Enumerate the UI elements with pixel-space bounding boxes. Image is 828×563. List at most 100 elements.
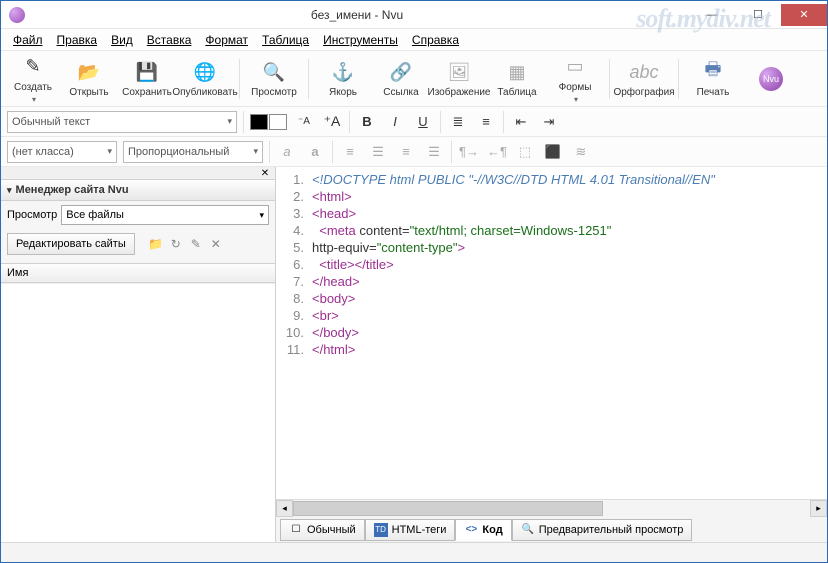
number-list-button[interactable]: ≡ bbox=[475, 111, 497, 133]
code-icon: <> bbox=[464, 523, 478, 537]
magnifier-icon: 🔍 bbox=[260, 59, 288, 85]
publish-button[interactable]: 🌐Опубликовать bbox=[177, 57, 233, 100]
font-smaller-button[interactable]: ⁻A bbox=[293, 111, 315, 133]
code-line: 9.<br> bbox=[276, 307, 827, 324]
anchor-button[interactable]: ⚓Якорь bbox=[315, 57, 371, 100]
code-line: 6. <title></title> bbox=[276, 256, 827, 273]
menu-tools[interactable]: Инструменты bbox=[317, 31, 404, 49]
anchor-icon: ⚓ bbox=[329, 59, 357, 85]
view-label: Просмотр bbox=[7, 209, 57, 221]
print-button[interactable]: 🖶Печать bbox=[685, 57, 741, 100]
folder-icon: 📂 bbox=[75, 59, 103, 85]
menubar: Файл Правка Вид Вставка Формат Таблица И… bbox=[1, 29, 827, 51]
titlebar: без_имени - Nvu — ☐ ✕ bbox=[1, 1, 827, 29]
class-combo[interactable]: (нет класса) bbox=[7, 141, 117, 163]
code-line: 8.<body> bbox=[276, 290, 827, 307]
edit-sites-button[interactable]: Редактировать сайты bbox=[7, 233, 135, 255]
dir-ltr-button[interactable]: ¶→ bbox=[458, 141, 480, 163]
font-family-combo[interactable]: Пропорциональный bbox=[123, 141, 263, 163]
pencil-icon: ✎ bbox=[19, 54, 47, 80]
menu-help[interactable]: Справка bbox=[406, 31, 465, 49]
menu-view[interactable]: Вид bbox=[105, 31, 139, 49]
dir-rtl-button[interactable]: ←¶ bbox=[486, 141, 508, 163]
nvu-button[interactable]: Nvu bbox=[743, 64, 799, 94]
floppy-icon: 💾 bbox=[133, 59, 161, 85]
code-editor[interactable]: 1.<!DOCTYPE html PUBLIC "-//W3C//DTD HTM… bbox=[276, 167, 827, 499]
tab-normal[interactable]: ☐Обычный bbox=[280, 519, 365, 541]
align-justify-button[interactable]: ☰ bbox=[423, 141, 445, 163]
bold-button[interactable]: B bbox=[356, 111, 378, 133]
page-icon: ☐ bbox=[289, 523, 303, 537]
bullet-list-button[interactable]: ≣ bbox=[447, 111, 469, 133]
printer-icon: 🖶 bbox=[699, 59, 727, 85]
layer-button[interactable]: ⬚ bbox=[514, 141, 536, 163]
open-button[interactable]: 📂Открыть bbox=[61, 57, 117, 100]
save-button[interactable]: 💾Сохранить bbox=[119, 57, 175, 100]
code-line: 1.<!DOCTYPE html PUBLIC "-//W3C//DTD HTM… bbox=[276, 171, 827, 188]
link-button[interactable]: 🔗Ссылка bbox=[373, 57, 429, 100]
menu-edit[interactable]: Правка bbox=[51, 31, 104, 49]
sidebar-header[interactable]: Менеджер сайта Nvu bbox=[1, 179, 275, 201]
sidebar-close-icon[interactable]: ✕ bbox=[259, 167, 271, 179]
menu-insert[interactable]: Вставка bbox=[141, 31, 198, 49]
app-window: без_имени - Nvu — ☐ ✕ soft.mydiv.net Фай… bbox=[0, 0, 828, 563]
fg-color-swatch[interactable] bbox=[250, 114, 268, 130]
maximize-button[interactable]: ☐ bbox=[735, 4, 781, 26]
td-icon: TD bbox=[374, 523, 388, 537]
window-title: без_имени - Nvu bbox=[25, 8, 689, 22]
create-button[interactable]: ✎Создать▾ bbox=[7, 52, 59, 106]
layer2-button[interactable]: ⬛ bbox=[542, 141, 564, 163]
h-scrollbar[interactable]: ◂ ▸ bbox=[276, 499, 827, 516]
view-combo[interactable]: Все файлы bbox=[61, 205, 269, 225]
close-button[interactable]: ✕ bbox=[781, 4, 827, 26]
format-toolbar: Обычный текст ⁻A ⁺A B I U ≣ ≡ ⇤ ⇥ bbox=[1, 107, 827, 137]
nvu-logo-icon: Nvu bbox=[757, 66, 785, 92]
code-line: 11.</html> bbox=[276, 341, 827, 358]
scroll-left-icon[interactable]: ◂ bbox=[276, 500, 293, 517]
tab-code[interactable]: <>Код bbox=[455, 519, 511, 541]
tab-html-tags[interactable]: TDHTML-теги bbox=[365, 519, 456, 541]
align-center-button[interactable]: ☰ bbox=[367, 141, 389, 163]
paragraph-style-combo[interactable]: Обычный текст bbox=[7, 111, 237, 133]
scroll-right-icon[interactable]: ▸ bbox=[810, 500, 827, 517]
globe-icon: 🌐 bbox=[191, 59, 219, 85]
body-area: ✕ Менеджер сайта Nvu Просмотр Все файлы … bbox=[1, 167, 827, 542]
font-bigger-button[interactable]: ⁺A bbox=[321, 111, 343, 133]
align-right-button[interactable]: ≡ bbox=[395, 141, 417, 163]
em-button[interactable]: a bbox=[276, 141, 298, 163]
preview-button[interactable]: 🔍Просмотр bbox=[246, 57, 302, 100]
strong-button[interactable]: a bbox=[304, 141, 326, 163]
menu-table[interactable]: Таблица bbox=[256, 31, 315, 49]
statusbar bbox=[1, 542, 827, 562]
table-button[interactable]: ▦Таблица bbox=[489, 57, 545, 100]
sidebar: ✕ Менеджер сайта Nvu Просмотр Все файлы … bbox=[1, 167, 276, 542]
delete-icon[interactable]: ✕ bbox=[207, 235, 225, 253]
outdent-button[interactable]: ⇤ bbox=[510, 111, 532, 133]
rename-icon[interactable]: ✎ bbox=[187, 235, 205, 253]
color-picker[interactable] bbox=[250, 114, 287, 130]
scroll-thumb[interactable] bbox=[293, 501, 603, 516]
code-line: 5.http-equiv="content-type"> bbox=[276, 239, 827, 256]
bg-color-swatch[interactable] bbox=[269, 114, 287, 130]
class-toolbar: (нет класса) Пропорциональный a a ≡ ☰ ≡ … bbox=[1, 137, 827, 167]
align-left-button[interactable]: ≡ bbox=[339, 141, 361, 163]
code-line: 3.<head> bbox=[276, 205, 827, 222]
code-line: 7.</head> bbox=[276, 273, 827, 290]
new-folder-icon[interactable]: 📁 bbox=[147, 235, 165, 253]
menu-file[interactable]: Файл bbox=[7, 31, 49, 49]
code-line: 2.<html> bbox=[276, 188, 827, 205]
form-icon: ▭ bbox=[561, 54, 589, 80]
spell-button[interactable]: abcОрфография bbox=[616, 57, 672, 100]
refresh-icon[interactable]: ↻ bbox=[167, 235, 185, 253]
tab-preview[interactable]: 🔍Предварительный просмотр bbox=[512, 519, 693, 541]
menu-format[interactable]: Формат bbox=[199, 31, 254, 49]
indent-button[interactable]: ⇥ bbox=[538, 111, 560, 133]
underline-button[interactable]: U bbox=[412, 111, 434, 133]
image-button[interactable]: 🖼Изображение bbox=[431, 57, 487, 100]
forms-button[interactable]: ▭Формы▾ bbox=[547, 52, 603, 106]
minimize-button[interactable]: — bbox=[689, 4, 735, 26]
file-list[interactable] bbox=[1, 283, 275, 542]
misc-button[interactable]: ≋ bbox=[570, 141, 592, 163]
italic-button[interactable]: I bbox=[384, 111, 406, 133]
list-header[interactable]: Имя bbox=[1, 263, 275, 283]
